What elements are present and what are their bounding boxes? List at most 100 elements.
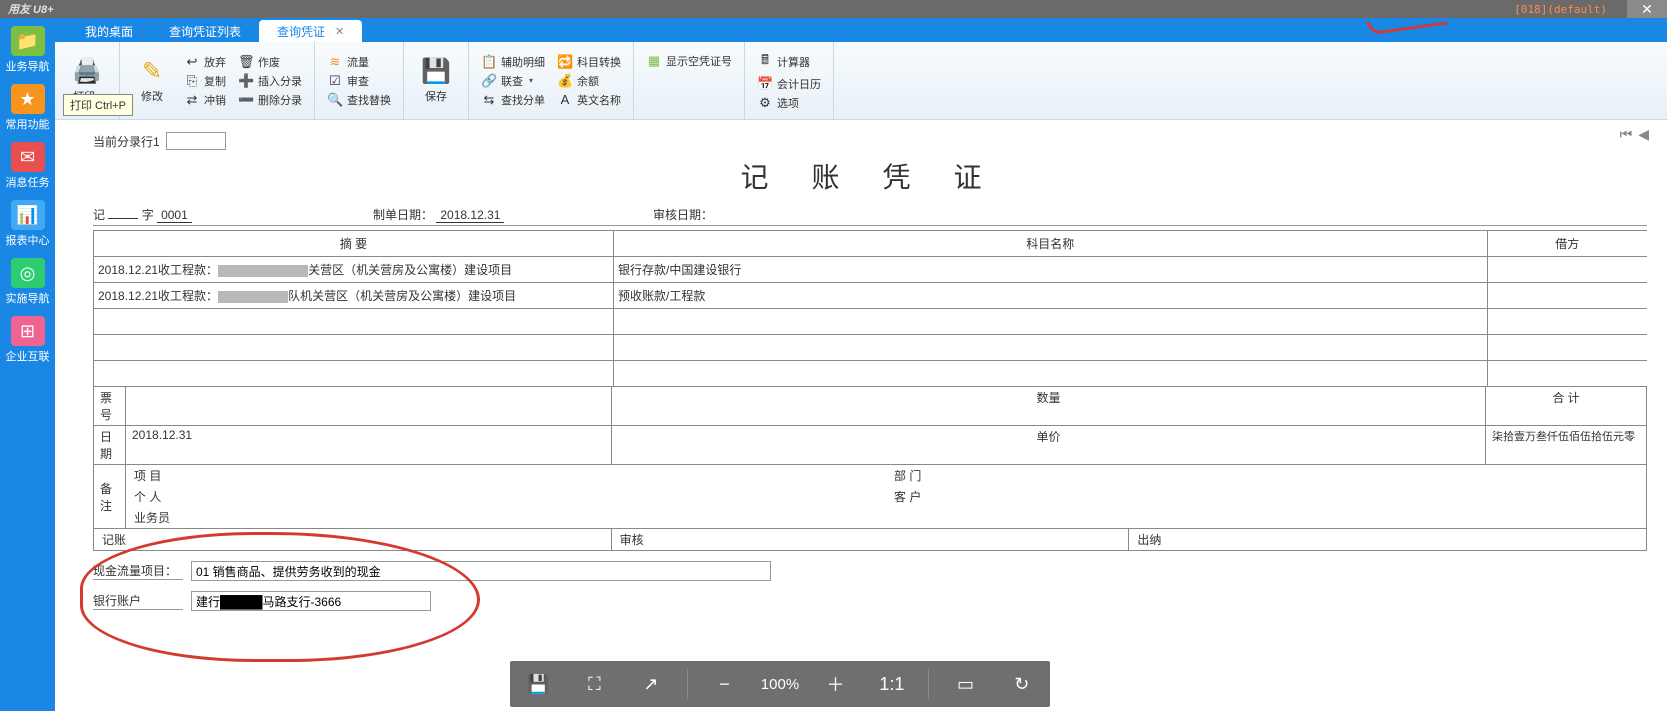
calculator-icon: 🖩 bbox=[757, 51, 773, 73]
tab-voucher-list[interactable]: 查询凭证列表 bbox=[151, 20, 259, 42]
account-info: [018](default) bbox=[1514, 3, 1607, 16]
redacted-text bbox=[218, 265, 308, 277]
report-icon: 📊 bbox=[11, 200, 45, 230]
calendar-button[interactable]: 📅会计日历 bbox=[753, 75, 825, 93]
sig-audit: 审核 bbox=[612, 529, 1130, 550]
table-row[interactable] bbox=[94, 335, 1648, 361]
edit-button[interactable]: ✎ 修改 bbox=[128, 46, 176, 115]
table-row[interactable] bbox=[94, 361, 1648, 387]
review-button[interactable]: ☑审查 bbox=[323, 72, 395, 90]
voucher-content: ⏮ ◀ 当前分录行1 记 账 凭 证 记 字 0001 制单日期： 2018.1… bbox=[73, 120, 1667, 711]
link-query-button[interactable]: 🔗联查▾ bbox=[477, 72, 549, 90]
actual-size-button[interactable]: 1:1 bbox=[872, 674, 912, 695]
trash-icon: 🗑 bbox=[238, 54, 254, 70]
fit-width-button[interactable]: ▭ bbox=[945, 674, 985, 695]
first-record-button[interactable]: ⏮ bbox=[1620, 126, 1633, 143]
pencil-icon: ✎ bbox=[142, 57, 162, 86]
zoom-in-button[interactable]: ＋ bbox=[816, 671, 856, 697]
message-icon: ✉ bbox=[11, 142, 45, 172]
insert-icon: ➕ bbox=[238, 73, 254, 89]
tab-strip: 我的桌面 查询凭证列表 查询凭证 ✕ bbox=[55, 18, 1667, 42]
link-icon: 🔗 bbox=[481, 73, 497, 89]
calculator-button[interactable]: 🖩计算器 bbox=[753, 50, 825, 74]
zoom-level: 100% bbox=[761, 676, 799, 693]
sidebar: 📁 业务导航 ★ 常用功能 ✉ 消息任务 📊 报表中心 ◎ 实施导航 ⊞ 企业互… bbox=[0, 18, 55, 711]
abandon-button[interactable]: ↩放弃 bbox=[180, 53, 230, 71]
save-icon: 💾 bbox=[421, 57, 451, 86]
balance-icon: 💰 bbox=[557, 73, 573, 89]
tab-voucher-query[interactable]: 查询凭证 ✕ bbox=[259, 20, 362, 42]
sidebar-impl[interactable]: ◎ 实施导航 bbox=[5, 258, 51, 306]
english-name-button[interactable]: A英文名称 bbox=[553, 91, 625, 109]
sig-cashier: 出纳 bbox=[1129, 529, 1646, 550]
bank-account-input[interactable] bbox=[191, 591, 431, 611]
current-entry-input[interactable] bbox=[166, 132, 226, 150]
review-icon: ☑ bbox=[327, 73, 343, 89]
rotate-button[interactable]: ↻ bbox=[1002, 674, 1042, 695]
app-name: 用友 U8+ bbox=[8, 1, 54, 17]
folder-icon: 📁 bbox=[11, 26, 45, 56]
grid-icon: ⊞ bbox=[11, 316, 45, 346]
table-row[interactable]: 2018.12.21收工程款：关营区（机关营房及公寓楼）建设项目 银行存款/中国… bbox=[94, 257, 1648, 283]
sidebar-common[interactable]: ★ 常用功能 bbox=[5, 84, 51, 132]
flow-button[interactable]: ≋流量 bbox=[323, 53, 395, 71]
delete-icon: ➖ bbox=[238, 92, 254, 108]
gear-icon: ⚙ bbox=[757, 95, 773, 111]
printer-icon: 🖨️ bbox=[72, 57, 102, 86]
viewer-share-button[interactable]: ↗ bbox=[631, 674, 671, 695]
viewer-toolbar: 💾 ⛶ ↗ − 100% ＋ 1:1 ▭ ↻ bbox=[510, 661, 1050, 707]
prev-record-button[interactable]: ◀ bbox=[1638, 126, 1649, 143]
undo-icon: ↩ bbox=[184, 54, 200, 70]
title-bar: 用友 U8+ [018](default) ✕ bbox=[0, 0, 1667, 18]
current-entry-label: 当前分录行1 bbox=[93, 133, 160, 150]
reverse-button[interactable]: ⇄冲销 bbox=[180, 91, 230, 109]
total-chinese: 柒拾壹万叁仟伍佰伍拾伍元零 bbox=[1486, 426, 1646, 464]
calendar-icon: 📅 bbox=[757, 76, 773, 92]
obsolete-button[interactable]: 🗑作废 bbox=[234, 53, 306, 71]
delete-entry-button[interactable]: ➖删除分录 bbox=[234, 91, 306, 109]
tab-close-icon[interactable]: ✕ bbox=[335, 25, 344, 38]
tab-desktop[interactable]: 我的桌面 bbox=[67, 20, 151, 42]
sig-book: 记账 bbox=[94, 529, 612, 550]
reverse-icon: ⇄ bbox=[184, 92, 200, 108]
viewer-save-button[interactable]: 💾 bbox=[518, 674, 558, 695]
print-tooltip: 打印 Ctrl+P bbox=[63, 94, 133, 116]
chevron-down-icon: ▾ bbox=[529, 76, 533, 85]
viewer-expand-button[interactable]: ⛶ bbox=[574, 674, 614, 695]
zoom-out-button[interactable]: − bbox=[704, 674, 744, 695]
search-icon: 🔍 bbox=[327, 92, 343, 108]
record-nav: ⏮ ◀ bbox=[1620, 126, 1649, 143]
convert-icon: 🔁 bbox=[557, 54, 573, 70]
th-subject: 科目名称 bbox=[614, 231, 1488, 257]
lang-icon: A bbox=[557, 92, 573, 107]
subject-convert-button[interactable]: 🔁科目转换 bbox=[553, 53, 625, 71]
voucher-icon: ▦ bbox=[646, 53, 662, 69]
flow-icon: ≋ bbox=[327, 54, 343, 70]
window-close-button[interactable]: ✕ bbox=[1627, 0, 1667, 18]
voucher-number[interactable]: 0001 bbox=[157, 208, 192, 223]
compass-icon: ◎ bbox=[11, 258, 45, 288]
th-summary: 摘 要 bbox=[94, 231, 614, 257]
sidebar-biznav[interactable]: 📁 业务导航 bbox=[5, 26, 51, 74]
ribbon-toolbar: 🖨️ 打印▾ 打印 Ctrl+P ✎ 修改 ↩放弃 ⎘复制 ⇄冲销 🗑作废 ➕插… bbox=[55, 42, 1667, 120]
find-split-button[interactable]: ⇆查找分单 bbox=[477, 91, 549, 109]
voucher-title: 记 账 凭 证 bbox=[93, 156, 1647, 196]
insert-entry-button[interactable]: ➕插入分录 bbox=[234, 72, 306, 90]
sidebar-reports[interactable]: 📊 报表中心 bbox=[5, 200, 51, 248]
options-button[interactable]: ⚙选项 bbox=[753, 94, 825, 112]
table-row[interactable] bbox=[94, 309, 1648, 335]
cashflow-input[interactable] bbox=[191, 561, 771, 581]
sidebar-messages[interactable]: ✉ 消息任务 bbox=[5, 142, 51, 190]
aux-detail-button[interactable]: 📋辅助明细 bbox=[477, 53, 549, 71]
voucher-table: 摘 要 科目名称 借方 2018.12.21收工程款：关营区（机关营房及公寓楼）… bbox=[93, 230, 1647, 387]
balance-button[interactable]: 💰余额 bbox=[553, 72, 625, 90]
print-button[interactable]: 🖨️ 打印▾ 打印 Ctrl+P bbox=[63, 46, 111, 115]
copy-button[interactable]: ⎘复制 bbox=[180, 72, 230, 90]
make-date[interactable]: 2018.12.31 bbox=[436, 208, 504, 223]
save-button[interactable]: 💾 保存 bbox=[412, 46, 460, 115]
table-row[interactable]: 2018.12.21收工程款：队机关营区（机关营房及公寓楼）建设项目 预收账款/… bbox=[94, 283, 1648, 309]
th-debit: 借方 bbox=[1487, 231, 1647, 257]
find-replace-button[interactable]: 🔍查找替换 bbox=[323, 91, 395, 109]
show-empty-button[interactable]: ▦显示空凭证号 bbox=[642, 52, 736, 70]
sidebar-enterprise[interactable]: ⊞ 企业互联 bbox=[5, 316, 51, 364]
